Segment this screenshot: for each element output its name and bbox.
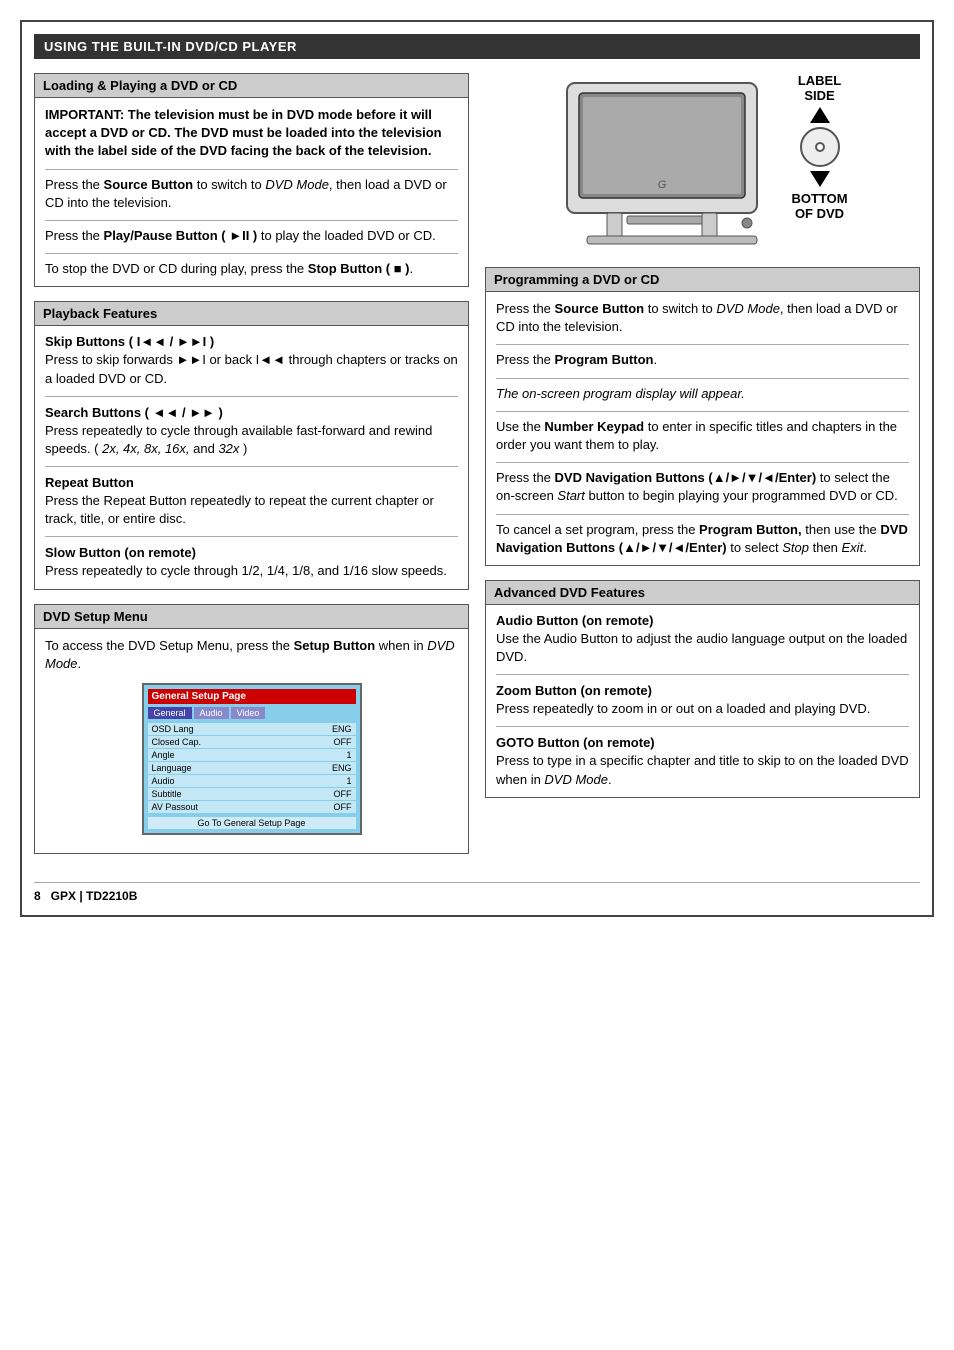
menu-title-bar: General Setup Page bbox=[148, 689, 356, 704]
tv-illustration: G bbox=[557, 73, 787, 253]
loading-section: Loading & Playing a DVD or CD IMPORTANT:… bbox=[34, 73, 469, 287]
prog-step-6: To cancel a set program, press the Progr… bbox=[496, 521, 909, 557]
repeat-button-title: Repeat Button bbox=[45, 475, 458, 490]
advanced-section: Advanced DVD Features Audio Button (on r… bbox=[485, 580, 920, 798]
audio-button-title: Audio Button (on remote) bbox=[496, 613, 909, 628]
loading-section-content: IMPORTANT: The television must be in DVD… bbox=[35, 98, 468, 286]
menu-footer: Go To General Setup Page bbox=[148, 817, 356, 829]
advanced-section-content: Audio Button (on remote) Use the Audio B… bbox=[486, 605, 919, 797]
menu-tab-general: General bbox=[148, 707, 192, 719]
programming-section-header: Programming a DVD or CD bbox=[486, 268, 919, 292]
prog-step-5: Press the DVD Navigation Buttons (▲/►/▼/… bbox=[496, 469, 909, 505]
label-side-indicator: LABELSIDE BOTTOMOF DVD bbox=[791, 73, 847, 221]
dvd-setup-body: To access the DVD Setup Menu, press the … bbox=[45, 637, 458, 673]
menu-row-angle: Angle1 bbox=[148, 749, 356, 761]
dvd-setup-content: To access the DVD Setup Menu, press the … bbox=[35, 629, 468, 853]
left-column: Loading & Playing a DVD or CD IMPORTANT:… bbox=[34, 73, 469, 868]
programming-section-content: Press the Source Button to switch to DVD… bbox=[486, 292, 919, 565]
advanced-section-header: Advanced DVD Features bbox=[486, 581, 919, 605]
menu-row-osdlang: OSD LangENG bbox=[148, 723, 356, 735]
goto-button-body: Press to type in a specific chapter and … bbox=[496, 752, 909, 788]
prog-step-3: The on-screen program display will appea… bbox=[496, 385, 909, 403]
playback-section-header: Playback Features bbox=[35, 302, 468, 326]
zoom-button-body: Press repeatedly to zoom in or out on a … bbox=[496, 700, 909, 718]
dvd-setup-section: DVD Setup Menu To access the DVD Setup M… bbox=[34, 604, 469, 854]
main-content: Loading & Playing a DVD or CD IMPORTANT:… bbox=[34, 73, 920, 868]
step-1: Press the Source Button to switch to DVD… bbox=[45, 176, 458, 212]
slow-button-body: Press repeatedly to cycle through 1/2, 1… bbox=[45, 562, 458, 580]
playback-section-content: Skip Buttons ( I◄◄ / ►►I ) Press to skip… bbox=[35, 326, 468, 588]
arrow-down-icon bbox=[810, 171, 830, 187]
right-column: G LABELSIDE BOTTOMOF DVD Programming a D… bbox=[485, 73, 920, 868]
goto-button-title: GOTO Button (on remote) bbox=[496, 735, 909, 750]
svg-text:G: G bbox=[658, 179, 667, 191]
loading-section-header: Loading & Playing a DVD or CD bbox=[35, 74, 468, 98]
audio-button-body: Use the Audio Button to adjust the audio… bbox=[496, 630, 909, 666]
skip-buttons-body: Press to skip forwards ►►I or back I◄◄ t… bbox=[45, 351, 458, 387]
prog-step-1: Press the Source Button to switch to DVD… bbox=[496, 300, 909, 336]
page-footer: 8 GPX | TD2210B bbox=[34, 882, 920, 903]
label-side-text: LABELSIDE bbox=[798, 73, 841, 103]
disc-center-icon bbox=[815, 142, 825, 152]
search-buttons-title: Search Buttons ( ◄◄ / ►► ) bbox=[45, 405, 458, 420]
step-3: To stop the DVD or CD during play, press… bbox=[45, 260, 458, 278]
page-wrapper: USING THE BUILT-IN DVD/CD PLAYER Loading… bbox=[20, 20, 934, 917]
slow-button-title: Slow Button (on remote) bbox=[45, 545, 458, 560]
playback-section: Playback Features Skip Buttons ( I◄◄ / ►… bbox=[34, 301, 469, 589]
skip-buttons-title: Skip Buttons ( I◄◄ / ►►I ) bbox=[45, 334, 458, 349]
repeat-button-body: Press the Repeat Button repeatedly to re… bbox=[45, 492, 458, 528]
programming-section: Programming a DVD or CD Press the Source… bbox=[485, 267, 920, 566]
menu-tab-video: Video bbox=[231, 707, 266, 719]
setup-menu-screenshot: General Setup Page General Audio Video O… bbox=[142, 683, 362, 835]
footer-page-number: 8 GPX | TD2210B bbox=[34, 889, 137, 903]
prog-step-4: Use the Number Keypad to enter in specif… bbox=[496, 418, 909, 454]
dvd-setup-header: DVD Setup Menu bbox=[35, 605, 468, 629]
important-text: IMPORTANT: The television must be in DVD… bbox=[45, 106, 458, 161]
menu-tab-audio: Audio bbox=[194, 707, 229, 719]
menu-row-subtitle: SubtitleOFF bbox=[148, 788, 356, 800]
zoom-button-title: Zoom Button (on remote) bbox=[496, 683, 909, 698]
bottom-dvd-text: BOTTOMOF DVD bbox=[791, 191, 847, 221]
step-2: Press the Play/Pause Button ( ►II ) to p… bbox=[45, 227, 458, 245]
menu-row-audio: Audio1 bbox=[148, 775, 356, 787]
tv-svg: G bbox=[557, 73, 787, 253]
menu-tabs: General Audio Video bbox=[148, 707, 356, 719]
arrow-up-icon bbox=[810, 107, 830, 123]
prog-step-2: Press the Program Button. bbox=[496, 351, 909, 369]
search-buttons-body: Press repeatedly to cycle through availa… bbox=[45, 422, 458, 458]
page-title: USING THE BUILT-IN DVD/CD PLAYER bbox=[34, 34, 920, 59]
menu-row-avpassout: AV PassoutOFF bbox=[148, 801, 356, 813]
menu-row-language: LanguageENG bbox=[148, 762, 356, 774]
menu-row-closedcap: Closed Cap.OFF bbox=[148, 736, 356, 748]
disc-icon bbox=[800, 127, 840, 167]
tv-diagram-area: G LABELSIDE BOTTOMOF DVD bbox=[485, 73, 920, 253]
